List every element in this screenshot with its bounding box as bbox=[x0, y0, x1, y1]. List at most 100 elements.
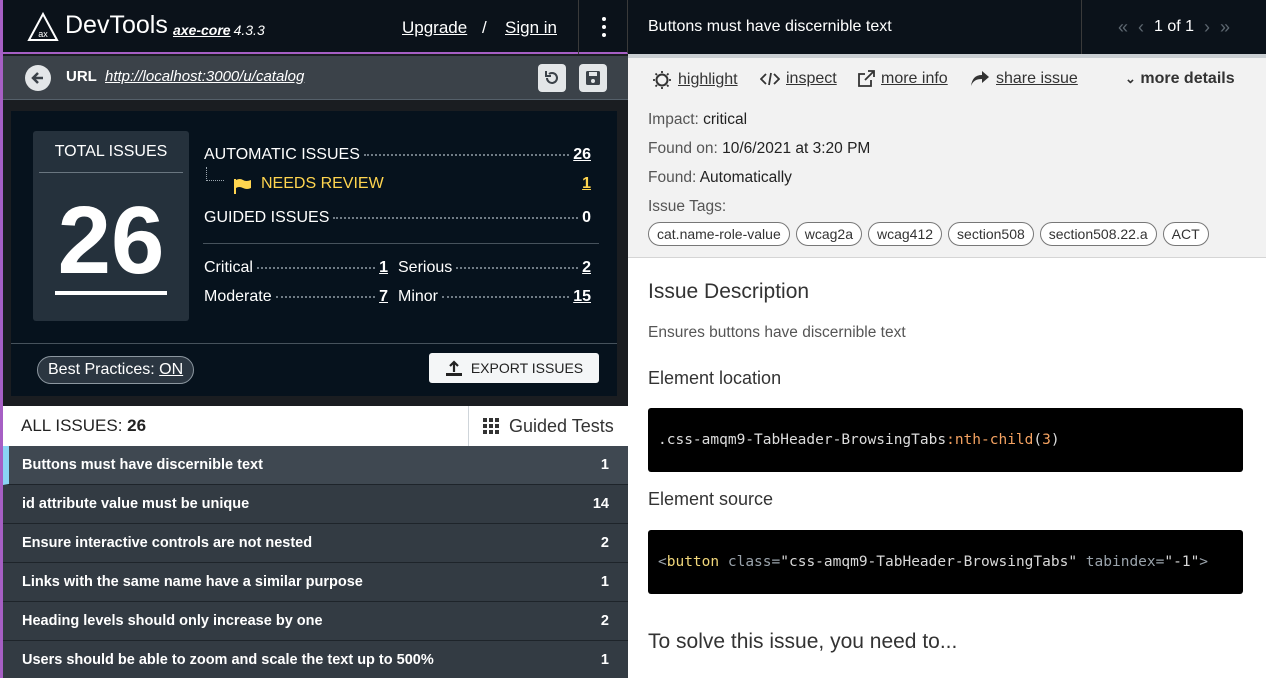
source-attr-class: class bbox=[727, 554, 772, 570]
axe-core-link[interactable]: axe-core bbox=[173, 22, 231, 38]
share-issue-button[interactable]: share issue bbox=[970, 70, 1078, 88]
list-item[interactable]: Heading levels should only increase by o… bbox=[3, 602, 628, 641]
element-source-heading: Element source bbox=[648, 489, 774, 509]
moderate-count[interactable]: 7 bbox=[379, 288, 388, 306]
rescan-button[interactable] bbox=[538, 64, 566, 92]
issue-count: 1 bbox=[600, 457, 609, 473]
all-issues-label: ALL ISSUES: bbox=[21, 416, 123, 435]
more-vertical-icon bbox=[601, 15, 606, 39]
issue-count: 14 bbox=[592, 496, 609, 512]
needs-review-count[interactable]: 1 bbox=[582, 175, 591, 193]
location-open: ( bbox=[1033, 432, 1043, 448]
export-issues-button[interactable]: EXPORT ISSUES bbox=[429, 353, 599, 383]
serious-count[interactable]: 2 bbox=[582, 259, 591, 277]
kebab-menu-button[interactable] bbox=[578, 0, 628, 54]
tag-badge: wcag2a bbox=[795, 222, 862, 246]
issue-count: 2 bbox=[600, 613, 609, 629]
more-details-toggle[interactable]: ⌄ more details bbox=[1125, 70, 1235, 88]
needs-review-row: NEEDS REVIEW 1 bbox=[261, 175, 591, 193]
issue-title: Ensure interactive controls are not nest… bbox=[22, 535, 313, 551]
source-tag: button bbox=[666, 554, 720, 570]
source-close: > bbox=[1199, 554, 1209, 570]
save-button[interactable] bbox=[579, 64, 607, 92]
list-item[interactable]: Users should be able to zoom and scale t… bbox=[3, 641, 628, 678]
refresh-icon bbox=[545, 71, 558, 84]
flag-icon bbox=[234, 179, 251, 194]
axe-logo-icon: ax bbox=[27, 12, 59, 41]
left-panel: ax DevTools axe-core 4.3.3 Upgrade / Sign… bbox=[0, 0, 628, 678]
found-on-label: Found on: bbox=[648, 140, 718, 157]
save-icon bbox=[586, 71, 600, 85]
url-bar: URL http://localhost:3000/u/catalog bbox=[3, 56, 628, 100]
grid-icon bbox=[483, 418, 499, 434]
pager-label: 1 of 1 bbox=[1153, 18, 1195, 35]
list-item[interactable]: id attribute value must be unique 14 bbox=[3, 485, 628, 524]
first-page-icon[interactable]: « bbox=[1118, 17, 1128, 38]
moderate-row: Moderate 7 bbox=[204, 288, 388, 306]
tag-badge: section508.22.a bbox=[1039, 222, 1157, 246]
minor-row: Minor 15 bbox=[398, 288, 591, 306]
location-close: ) bbox=[1050, 432, 1060, 448]
last-page-icon[interactable]: » bbox=[1220, 17, 1230, 38]
critical-label: Critical bbox=[204, 259, 253, 276]
issue-tags-label: Issue Tags: bbox=[648, 198, 727, 215]
found-on-value: 10/6/2021 at 3:20 PM bbox=[722, 140, 871, 157]
needs-review-label: NEEDS REVIEW bbox=[261, 175, 384, 192]
tag-badge: cat.name-role-value bbox=[648, 222, 790, 246]
best-practices-toggle[interactable]: Best Practices: ON bbox=[37, 356, 195, 384]
critical-count[interactable]: 1 bbox=[379, 259, 388, 277]
list-item[interactable]: Ensure interactive controls are not nest… bbox=[3, 524, 628, 563]
tab-guided-tests[interactable]: Guided Tests bbox=[468, 406, 628, 446]
impact-value: critical bbox=[703, 111, 748, 128]
tree-connector bbox=[206, 167, 224, 181]
issue-count: 1 bbox=[600, 652, 609, 668]
guided-issues-count: 0 bbox=[582, 209, 591, 226]
link-separator: / bbox=[482, 18, 487, 37]
found-value: Automatically bbox=[699, 169, 792, 186]
highlight-icon bbox=[653, 71, 671, 89]
back-button[interactable] bbox=[25, 65, 51, 91]
guided-issues-label: GUIDED ISSUES bbox=[204, 209, 330, 226]
moderate-label: Moderate bbox=[204, 288, 272, 305]
impact-label: Impact: bbox=[648, 111, 699, 128]
chevron-down-icon: ⌄ bbox=[1125, 71, 1136, 86]
automatic-issues-label: AUTOMATIC ISSUES bbox=[204, 146, 360, 163]
version-label: 4.3.3 bbox=[233, 22, 265, 38]
url-link[interactable]: http://localhost:3000/u/catalog bbox=[105, 68, 304, 85]
automatic-issues-count[interactable]: 26 bbox=[573, 146, 591, 164]
found-label: Found: bbox=[648, 169, 697, 186]
sign-in-link[interactable]: Sign in bbox=[505, 18, 557, 38]
highlight-button[interactable]: highlight bbox=[652, 70, 738, 90]
upgrade-link[interactable]: Upgrade bbox=[402, 18, 467, 38]
issue-count: 1 bbox=[600, 574, 609, 590]
source-open: < bbox=[658, 554, 667, 570]
guided-issues-row: GUIDED ISSUES 0 bbox=[204, 209, 591, 227]
automatic-issues-row: AUTOMATIC ISSUES 26 bbox=[204, 146, 591, 164]
minor-label: Minor bbox=[398, 288, 439, 305]
source-attr-tabindex: tabindex bbox=[1085, 554, 1156, 570]
more-info-button[interactable]: more info bbox=[857, 70, 948, 88]
arrow-left-icon bbox=[31, 72, 43, 84]
all-issues-count: 26 bbox=[127, 416, 147, 435]
source-val-tabindex: "-1" bbox=[1164, 554, 1200, 570]
issues-tab-bar: ALL ISSUES: 26 Guided Tests bbox=[3, 406, 628, 446]
serious-label: Serious bbox=[398, 259, 453, 276]
issue-count: 2 bbox=[600, 535, 609, 551]
total-issues-count[interactable]: 26 bbox=[33, 193, 189, 289]
list-item[interactable]: Links with the same name have a similar … bbox=[3, 563, 628, 602]
total-underline bbox=[55, 291, 167, 295]
best-practices-value: ON bbox=[159, 361, 184, 378]
prev-page-icon[interactable]: ‹ bbox=[1138, 17, 1144, 38]
brand-version: axe-core 4.3.3 bbox=[173, 22, 265, 38]
detail-title: Buttons must have discernible text bbox=[648, 18, 892, 35]
found-on-line: Found on: 10/6/2021 at 3:20 PM bbox=[648, 140, 870, 158]
source-val-class: "css-amqm9-TabHeader-BrowsingTabs" bbox=[780, 554, 1078, 570]
minor-count[interactable]: 15 bbox=[573, 288, 591, 306]
issue-meta: Impact: critical Found on: 10/6/2021 at … bbox=[628, 102, 1266, 258]
list-item[interactable]: Buttons must have discernible text 1 bbox=[3, 446, 628, 485]
inspect-button[interactable]: inspect bbox=[760, 70, 837, 88]
tag-badge: section508 bbox=[948, 222, 1034, 246]
tab-all-issues[interactable]: ALL ISSUES: 26 bbox=[21, 416, 146, 436]
next-page-icon[interactable]: › bbox=[1204, 17, 1210, 38]
location-pseudo: :nth-child bbox=[946, 432, 1034, 448]
